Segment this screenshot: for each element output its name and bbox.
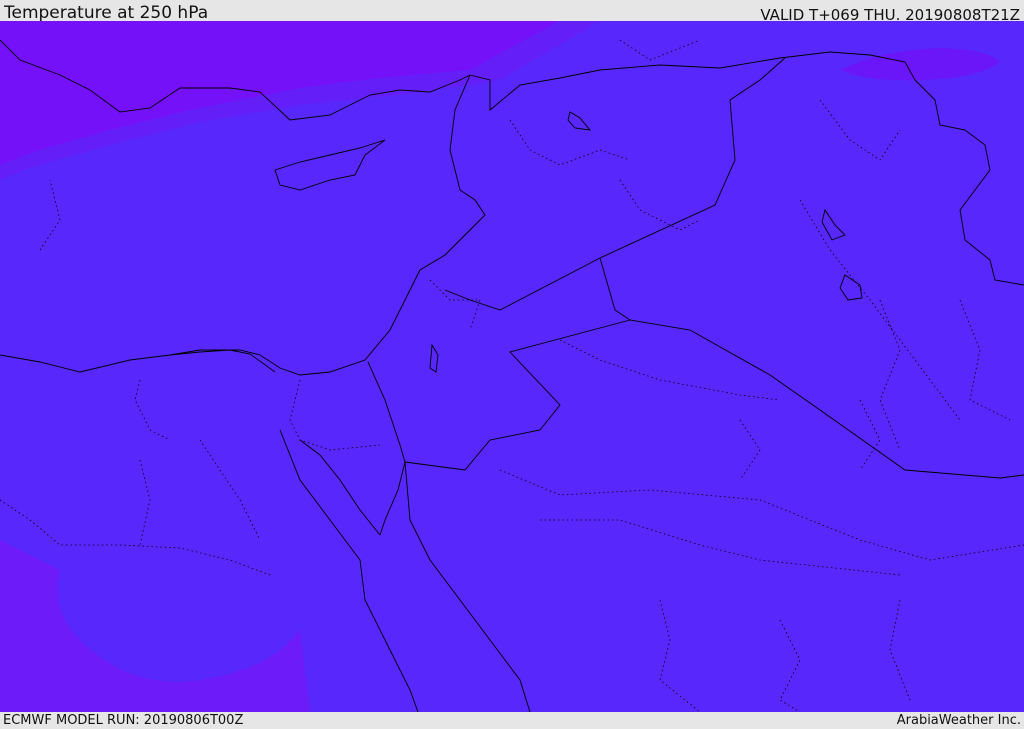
- model-run-label: ECMWF MODEL RUN: 20190806T00Z: [3, 713, 244, 728]
- temperature-map: [0, 21, 1024, 712]
- credit-label: ArabiaWeather Inc.: [896, 713, 1021, 728]
